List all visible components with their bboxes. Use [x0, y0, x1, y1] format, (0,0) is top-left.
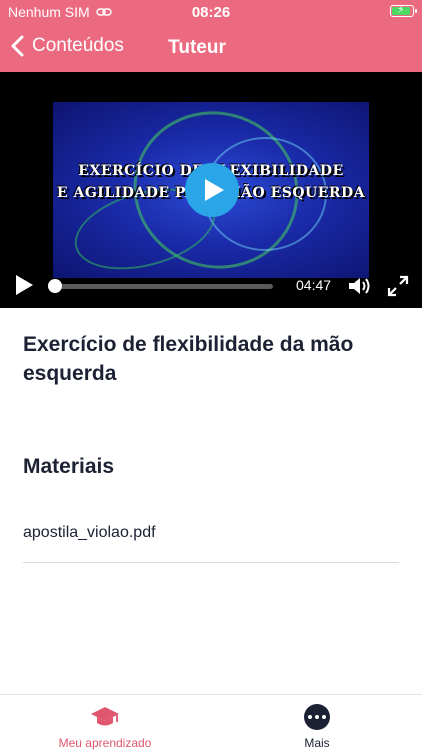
- fullscreen-button[interactable]: [387, 275, 409, 302]
- tab-bar: Meu aprendizado Mais: [0, 694, 422, 751]
- graduation-cap-icon: [91, 707, 119, 726]
- page-title-text: Tuteur: [168, 37, 226, 58]
- play-button[interactable]: [185, 163, 239, 217]
- volume-button[interactable]: [348, 276, 372, 301]
- speaker-icon: [349, 278, 370, 294]
- expand-icon: [387, 275, 409, 297]
- status-time: 08:26: [191, 4, 231, 21]
- nav-bar: Conteúdos Tuteur: [0, 28, 422, 68]
- more-dots-icon: [304, 704, 330, 730]
- content-title: Exercício de flexibilidade da mão esquer…: [23, 333, 354, 385]
- tab-mais[interactable]: Mais: [282, 703, 352, 750]
- video-duration: 04:47: [296, 277, 332, 293]
- materials-heading: Materiais: [23, 455, 115, 478]
- page-title: Tuteur: [0, 37, 422, 59]
- progress-track[interactable]: [48, 279, 273, 293]
- battery-icon: ⚡: [390, 4, 417, 17]
- progress-knob[interactable]: [48, 279, 62, 293]
- play-icon: [16, 275, 33, 295]
- play-icon: [205, 179, 224, 201]
- video-controls: 04:47: [0, 268, 422, 304]
- tab-meu-aprendizado[interactable]: Meu aprendizado: [50, 703, 160, 750]
- control-play-button[interactable]: [14, 274, 34, 301]
- material-name: apostila_violao.pdf: [23, 524, 156, 541]
- video-player[interactable]: EXERCÍCIO DE FLEXIBILIDADE E AGILIDADE P…: [0, 72, 422, 308]
- app-header: Nenhum SIM 08:26 ⚡ Conteúdos Tuteur: [0, 0, 422, 72]
- tab-label: Meu aprendizado: [58, 736, 152, 750]
- status-bar: Nenhum SIM 08:26 ⚡: [0, 0, 422, 24]
- tab-label: Mais: [304, 736, 330, 750]
- material-item[interactable]: apostila_violao.pdf: [23, 520, 399, 563]
